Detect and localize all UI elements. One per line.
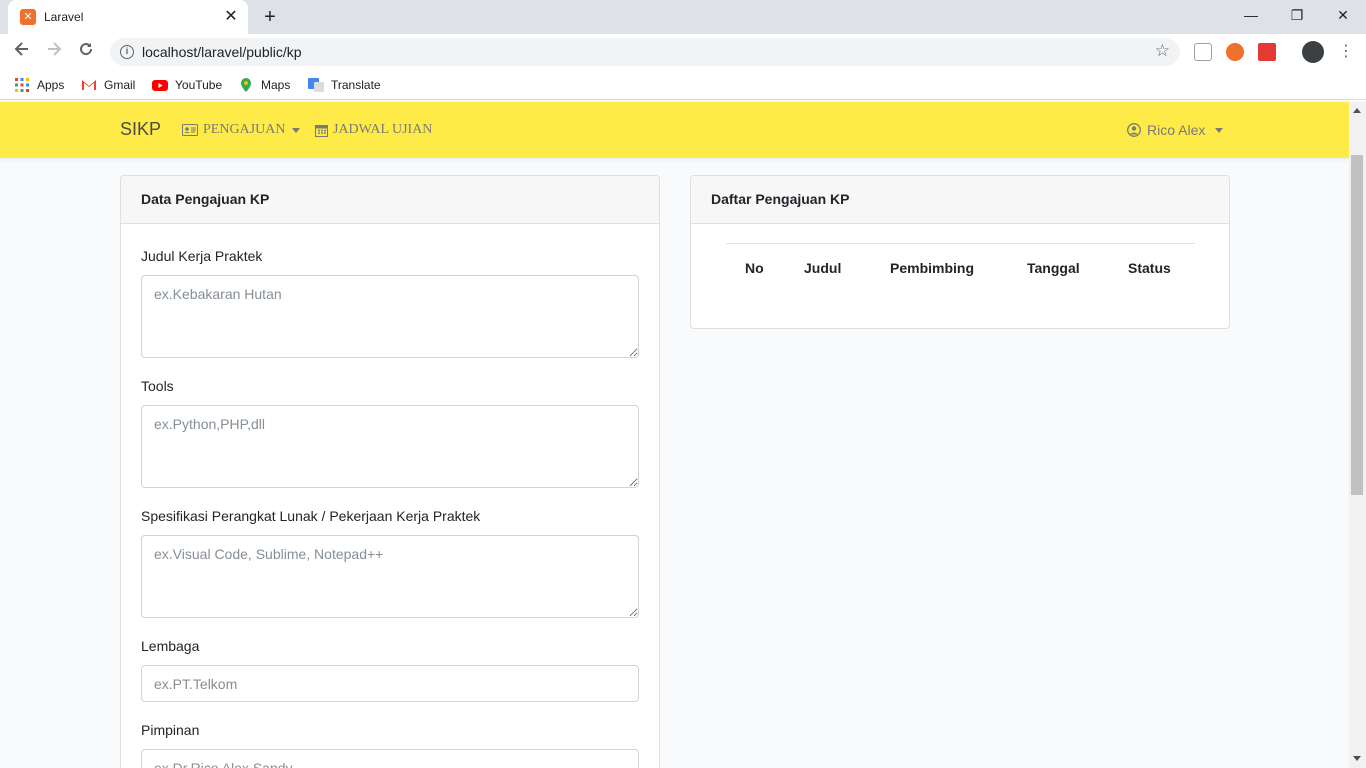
chevron-down-icon: [1215, 127, 1224, 133]
site-info-icon[interactable]: i: [120, 45, 134, 59]
nav-jadwal-ujian-label: JADWAL UJIAN: [333, 122, 433, 137]
user-circle-icon: [1127, 123, 1141, 137]
bookmark-label: YouTube: [175, 78, 223, 92]
column-header-status: Status: [1128, 260, 1171, 276]
close-window-button[interactable]: ✕: [1320, 0, 1366, 30]
scrollbar-thumb[interactable]: [1351, 155, 1363, 495]
bookmarks-bar: Apps Gmail YouTube Maps Translate: [0, 70, 1366, 100]
url-text[interactable]: localhost/laravel/public/kp: [142, 44, 302, 60]
user-menu-dropdown[interactable]: Rico Alex: [1127, 122, 1224, 138]
back-arrow-icon[interactable]: [10, 40, 34, 64]
nav-pengajuan-label: PENGAJUAN: [203, 122, 286, 137]
spesifikasi-textarea[interactable]: [141, 535, 639, 618]
lembaga-input[interactable]: [141, 665, 639, 702]
new-tab-button[interactable]: +: [258, 6, 282, 28]
tab-title: Laravel: [44, 10, 84, 24]
tab-strip: ✕ Laravel ✕ + — ❐ ✕: [0, 0, 1366, 34]
calendar-icon: [315, 124, 328, 137]
label-pimpinan: Pimpinan: [141, 722, 200, 738]
profile-avatar[interactable]: [1302, 41, 1324, 63]
column-header-judul: Judul: [804, 260, 842, 276]
extension-orange-icon[interactable]: [1226, 43, 1244, 61]
label-judul: Judul Kerja Praktek: [141, 248, 263, 264]
tab-close-icon[interactable]: ✕: [222, 8, 240, 26]
bookmark-label: Gmail: [104, 78, 136, 92]
minimize-button[interactable]: —: [1228, 0, 1274, 30]
gmail-icon: [82, 80, 96, 90]
brand-logo[interactable]: SIKP: [120, 119, 161, 140]
chevron-down-icon: [292, 127, 301, 133]
bookmark-label: Apps: [37, 78, 65, 92]
bookmark-youtube[interactable]: YouTube: [152, 77, 222, 93]
nav-jadwal-ujian[interactable]: JADWAL UJIAN: [315, 122, 432, 138]
scroll-down-icon[interactable]: [1353, 756, 1361, 761]
bookmark-label: Translate: [331, 78, 381, 92]
extension-red-icon[interactable]: [1258, 43, 1276, 61]
translate-icon: [308, 78, 324, 92]
scroll-up-icon[interactable]: [1353, 108, 1361, 113]
bookmark-star-icon[interactable]: ☆: [1155, 41, 1170, 61]
browser-menu-icon[interactable]: ⋮: [1338, 41, 1356, 60]
maps-pin-icon: [241, 78, 251, 92]
pimpinan-input[interactable]: [141, 749, 639, 768]
nav-pengajuan-dropdown[interactable]: PENGAJUAN: [182, 122, 301, 138]
reload-icon[interactable]: [74, 40, 98, 64]
user-name: Rico Alex: [1147, 122, 1206, 138]
forward-arrow-icon[interactable]: [42, 40, 66, 64]
pengajuan-form-card: Data Pengajuan KP Judul Kerja Praktek To…: [120, 175, 660, 768]
label-lembaga: Lembaga: [141, 638, 200, 654]
address-bar[interactable]: i localhost/laravel/public/kp ☆: [110, 38, 1180, 66]
maximize-button[interactable]: ❐: [1274, 0, 1320, 30]
table-divider: [726, 243, 1195, 244]
browser-toolbar: i localhost/laravel/public/kp ☆ ⋮: [0, 34, 1366, 70]
apps-grid-icon: [15, 78, 29, 92]
card-header: Daftar Pengajuan KP: [691, 176, 1229, 224]
label-tools: Tools: [141, 378, 174, 394]
column-header-pembimbing: Pembimbing: [890, 260, 975, 276]
column-header-tanggal: Tanggal: [1027, 260, 1080, 276]
browser-tab[interactable]: ✕ Laravel ✕: [8, 0, 248, 34]
page-scrollbar[interactable]: [1349, 102, 1366, 768]
app-navbar: SIKP PENGAJUAN JADWAL UJIAN Rico Alex: [0, 102, 1349, 158]
youtube-icon: [152, 80, 168, 91]
laravel-favicon-icon: ✕: [20, 9, 36, 25]
extension-pocket-icon[interactable]: [1194, 43, 1212, 61]
daftar-pengajuan-card: Daftar Pengajuan KP No Judul Pembimbing …: [690, 175, 1230, 329]
bookmark-translate[interactable]: Translate: [308, 77, 381, 93]
id-card-icon: [182, 124, 198, 136]
bookmark-gmail[interactable]: Gmail: [81, 77, 135, 93]
bookmark-label: Maps: [261, 78, 291, 92]
label-spesifikasi: Spesifikasi Perangkat Lunak / Pekerjaan …: [141, 508, 481, 524]
bookmark-maps[interactable]: Maps: [238, 77, 290, 93]
judul-textarea[interactable]: [141, 275, 639, 358]
card-header: Data Pengajuan KP: [121, 176, 659, 224]
bookmark-apps[interactable]: Apps: [14, 77, 64, 93]
tools-textarea[interactable]: [141, 405, 639, 488]
column-header-no: No: [745, 260, 764, 276]
